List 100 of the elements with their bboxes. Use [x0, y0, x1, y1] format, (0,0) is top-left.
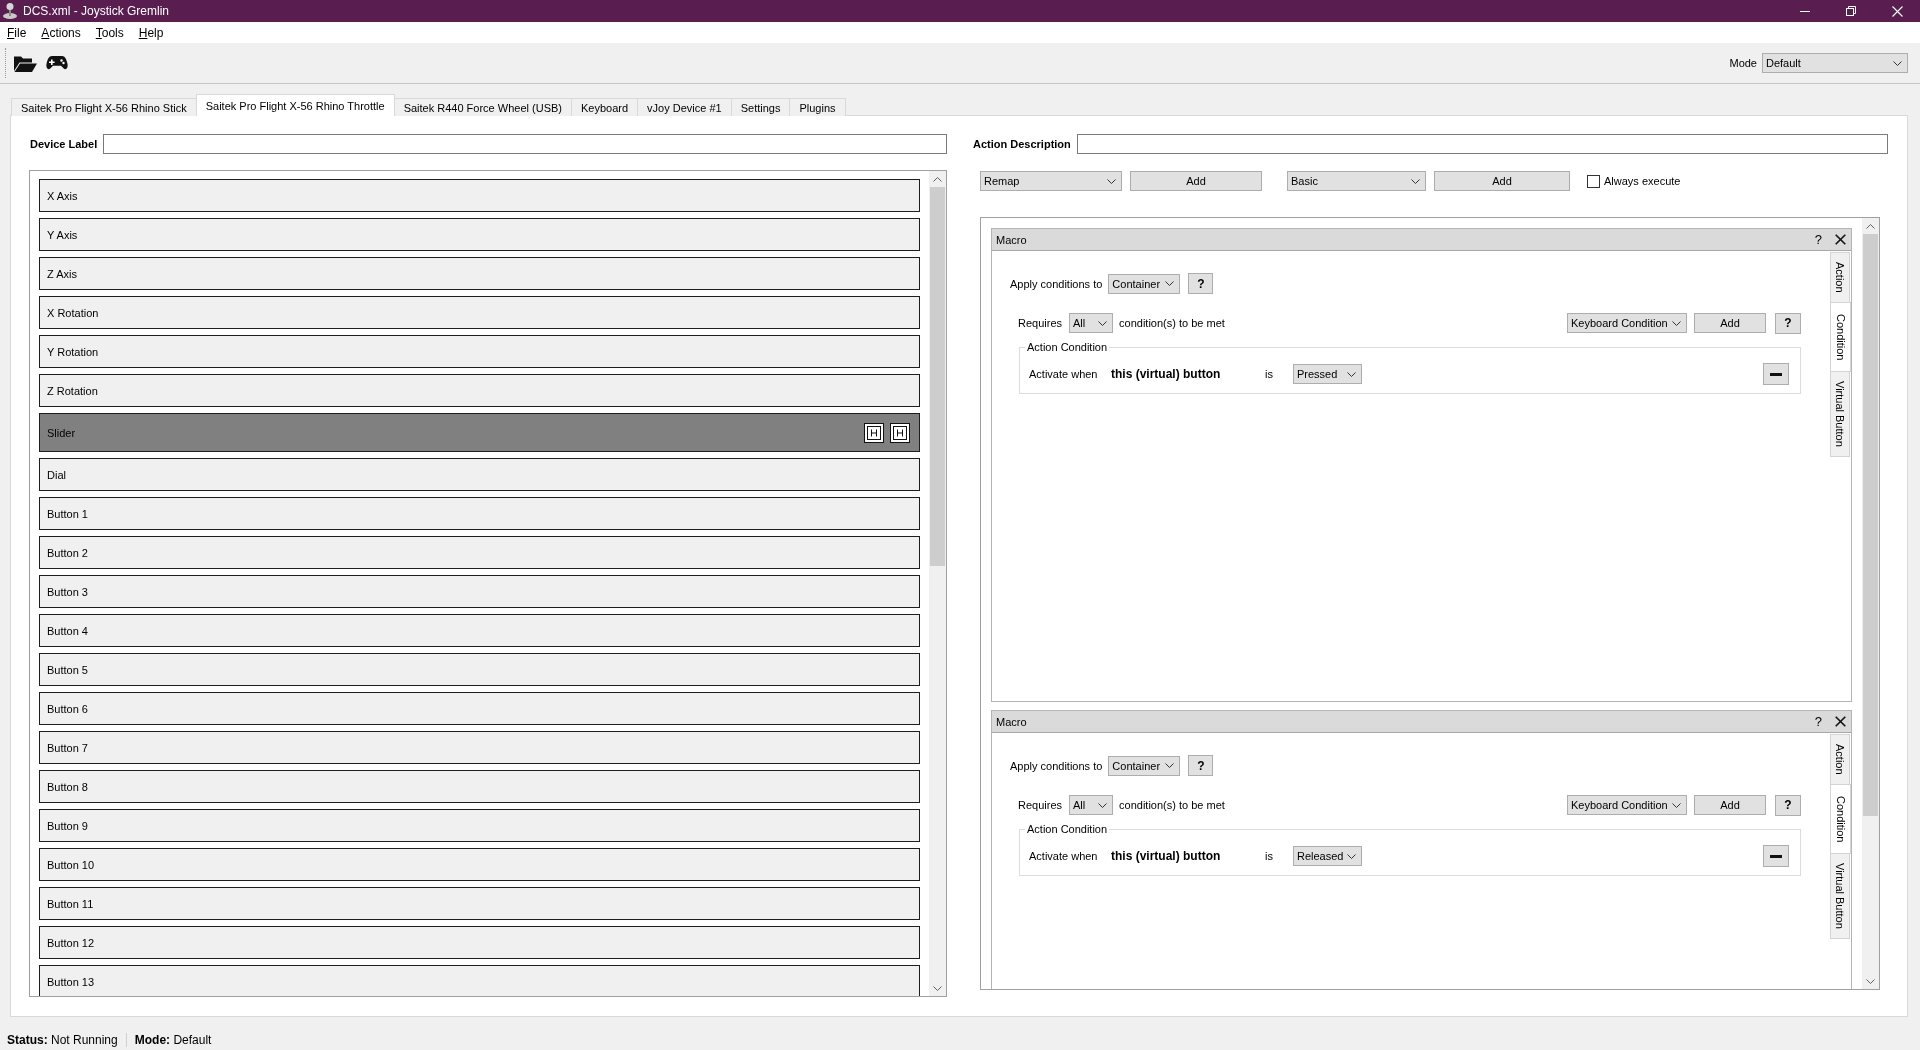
help-button[interactable]: ?	[1188, 755, 1214, 776]
help-button[interactable]: ?	[1813, 232, 1823, 247]
scrollbar[interactable]	[1862, 218, 1879, 989]
scrollbar[interactable]	[929, 171, 946, 996]
group-title: Action Condition	[1026, 341, 1109, 353]
input-row[interactable]: Button 13	[39, 965, 920, 996]
scrollbar-thumb[interactable]	[930, 187, 945, 566]
framed-square-icon	[890, 422, 910, 443]
input-row[interactable]: Button 10	[39, 848, 920, 881]
input-row[interactable]: Button 11	[39, 887, 920, 920]
checkbox[interactable]	[1587, 174, 1600, 188]
input-row[interactable]: Button 3	[39, 575, 920, 608]
close-icon[interactable]	[1835, 234, 1846, 245]
chevron-down-icon	[1347, 371, 1356, 377]
menu-item[interactable]: Help	[131, 25, 172, 40]
input-row[interactable]: Dial	[39, 458, 920, 491]
input-row[interactable]: Y Axis	[39, 218, 920, 251]
gamepad-icon[interactable]	[46, 55, 68, 71]
dropdown[interactable]: Basic	[1287, 171, 1426, 191]
side-tab[interactable]: Virtual Button	[1830, 853, 1850, 939]
dropdown[interactable]: Remap	[980, 171, 1122, 191]
action-description-field[interactable]	[1076, 134, 1888, 154]
help-button[interactable]: ?	[1813, 714, 1823, 729]
dropdown[interactable]: Container	[1108, 755, 1181, 776]
scroll-down-icon[interactable]	[933, 985, 942, 991]
input-row[interactable]: Button 1	[39, 497, 920, 530]
input-row[interactable]: Button 2	[39, 536, 920, 569]
condition-subject: this (virtual) button	[1111, 367, 1222, 381]
add-button[interactable]: Add	[1434, 171, 1570, 191]
chevron-down-icon	[1165, 763, 1175, 768]
side-tab[interactable]: Action	[1830, 734, 1850, 785]
requires-label: Requires	[1018, 799, 1063, 811]
input-row[interactable]: X Axis	[39, 179, 920, 212]
input-row[interactable]: X Rotation	[39, 296, 920, 329]
input-row[interactable]: Button 5	[39, 653, 920, 686]
apply-label: Apply conditions to	[1010, 277, 1103, 290]
tab[interactable]: Saitek Pro Flight X-56 Rhino Stick	[11, 98, 197, 116]
help-button[interactable]: ?	[1775, 312, 1801, 334]
input-row[interactable]: Slider	[39, 413, 920, 452]
input-row[interactable]: Button 12	[39, 926, 920, 959]
input-row[interactable]: Button 6	[39, 692, 920, 725]
mode-dropdown[interactable]: Default	[1762, 53, 1908, 73]
menu-item[interactable]: Tools	[88, 25, 132, 40]
device-label-field[interactable]	[103, 134, 947, 154]
add-button[interactable]: Add	[1130, 171, 1262, 191]
tab[interactable]: Settings	[730, 98, 791, 116]
remove-button[interactable]	[1763, 363, 1789, 385]
dropdown[interactable]: Keyboard Condition	[1567, 313, 1687, 333]
help-button[interactable]: ?	[1188, 273, 1214, 294]
requires-label: Requires	[1018, 317, 1063, 329]
input-row[interactable]: Button 7	[39, 731, 920, 764]
add-button[interactable]: Add	[1694, 795, 1766, 815]
scrollbar-thumb[interactable]	[1863, 234, 1878, 816]
restore-icon[interactable]	[1846, 6, 1856, 16]
menu-item[interactable]: File	[0, 25, 35, 40]
dropdown[interactable]: All	[1069, 313, 1114, 333]
minus-icon	[1770, 854, 1782, 858]
chevron-down-icon	[1411, 178, 1420, 184]
tab[interactable]: Plugins	[789, 98, 846, 116]
menu-item[interactable]: Actions	[34, 25, 89, 40]
chevron-down-icon	[1107, 178, 1116, 184]
side-tab[interactable]: Condition	[1830, 301, 1851, 373]
remove-button[interactable]	[1763, 845, 1789, 867]
close-icon[interactable]	[1835, 716, 1846, 727]
chevron-down-icon	[1347, 853, 1356, 859]
tab[interactable]: Keyboard	[571, 98, 639, 116]
side-tab[interactable]: Action	[1830, 252, 1850, 303]
scroll-up-icon[interactable]	[933, 176, 942, 182]
panel-title: Macro	[996, 233, 1028, 246]
scroll-up-icon[interactable]	[1866, 223, 1875, 229]
input-row[interactable]: Y Rotation	[39, 335, 920, 368]
side-tab[interactable]: Virtual Button	[1830, 371, 1850, 457]
dropdown[interactable]: Keyboard Condition	[1567, 795, 1687, 815]
input-row[interactable]: Button 9	[39, 809, 920, 842]
is-label: is	[1265, 850, 1274, 862]
minimize-icon[interactable]	[1800, 10, 1810, 12]
activate-label: Activate when	[1029, 368, 1099, 380]
help-button[interactable]: ?	[1775, 794, 1801, 816]
dropdown[interactable]: Released	[1293, 846, 1362, 866]
input-row[interactable]: Button 8	[39, 770, 920, 803]
tab[interactable]: vJoy Device #1	[637, 98, 732, 116]
toolbar-grip[interactable]	[5, 48, 8, 78]
group-title: Action Condition	[1026, 823, 1109, 835]
chevron-down-icon	[1098, 802, 1108, 808]
dropdown[interactable]: Pressed	[1293, 364, 1362, 384]
tab[interactable]: Saitek Pro Flight X-56 Rhino Throttle	[195, 94, 395, 116]
scroll-down-icon[interactable]	[1866, 978, 1875, 984]
input-row[interactable]: Z Rotation	[39, 374, 920, 407]
checkbox-label: Always execute	[1604, 175, 1681, 187]
input-row[interactable]: Button 4	[39, 614, 920, 647]
dropdown[interactable]: Container	[1108, 273, 1181, 294]
folder-icon[interactable]	[14, 54, 37, 72]
chevron-down-icon	[1672, 320, 1681, 326]
add-button[interactable]: Add	[1694, 313, 1766, 333]
window-title: DCS.xml - Joystick Gremlin	[23, 4, 169, 18]
tab[interactable]: Saitek R440 Force Wheel (USB)	[393, 98, 572, 116]
input-row[interactable]: Z Axis	[39, 257, 920, 290]
dropdown[interactable]: All	[1069, 795, 1114, 815]
side-tab[interactable]: Condition	[1830, 783, 1851, 855]
joystick-icon	[3, 3, 17, 19]
